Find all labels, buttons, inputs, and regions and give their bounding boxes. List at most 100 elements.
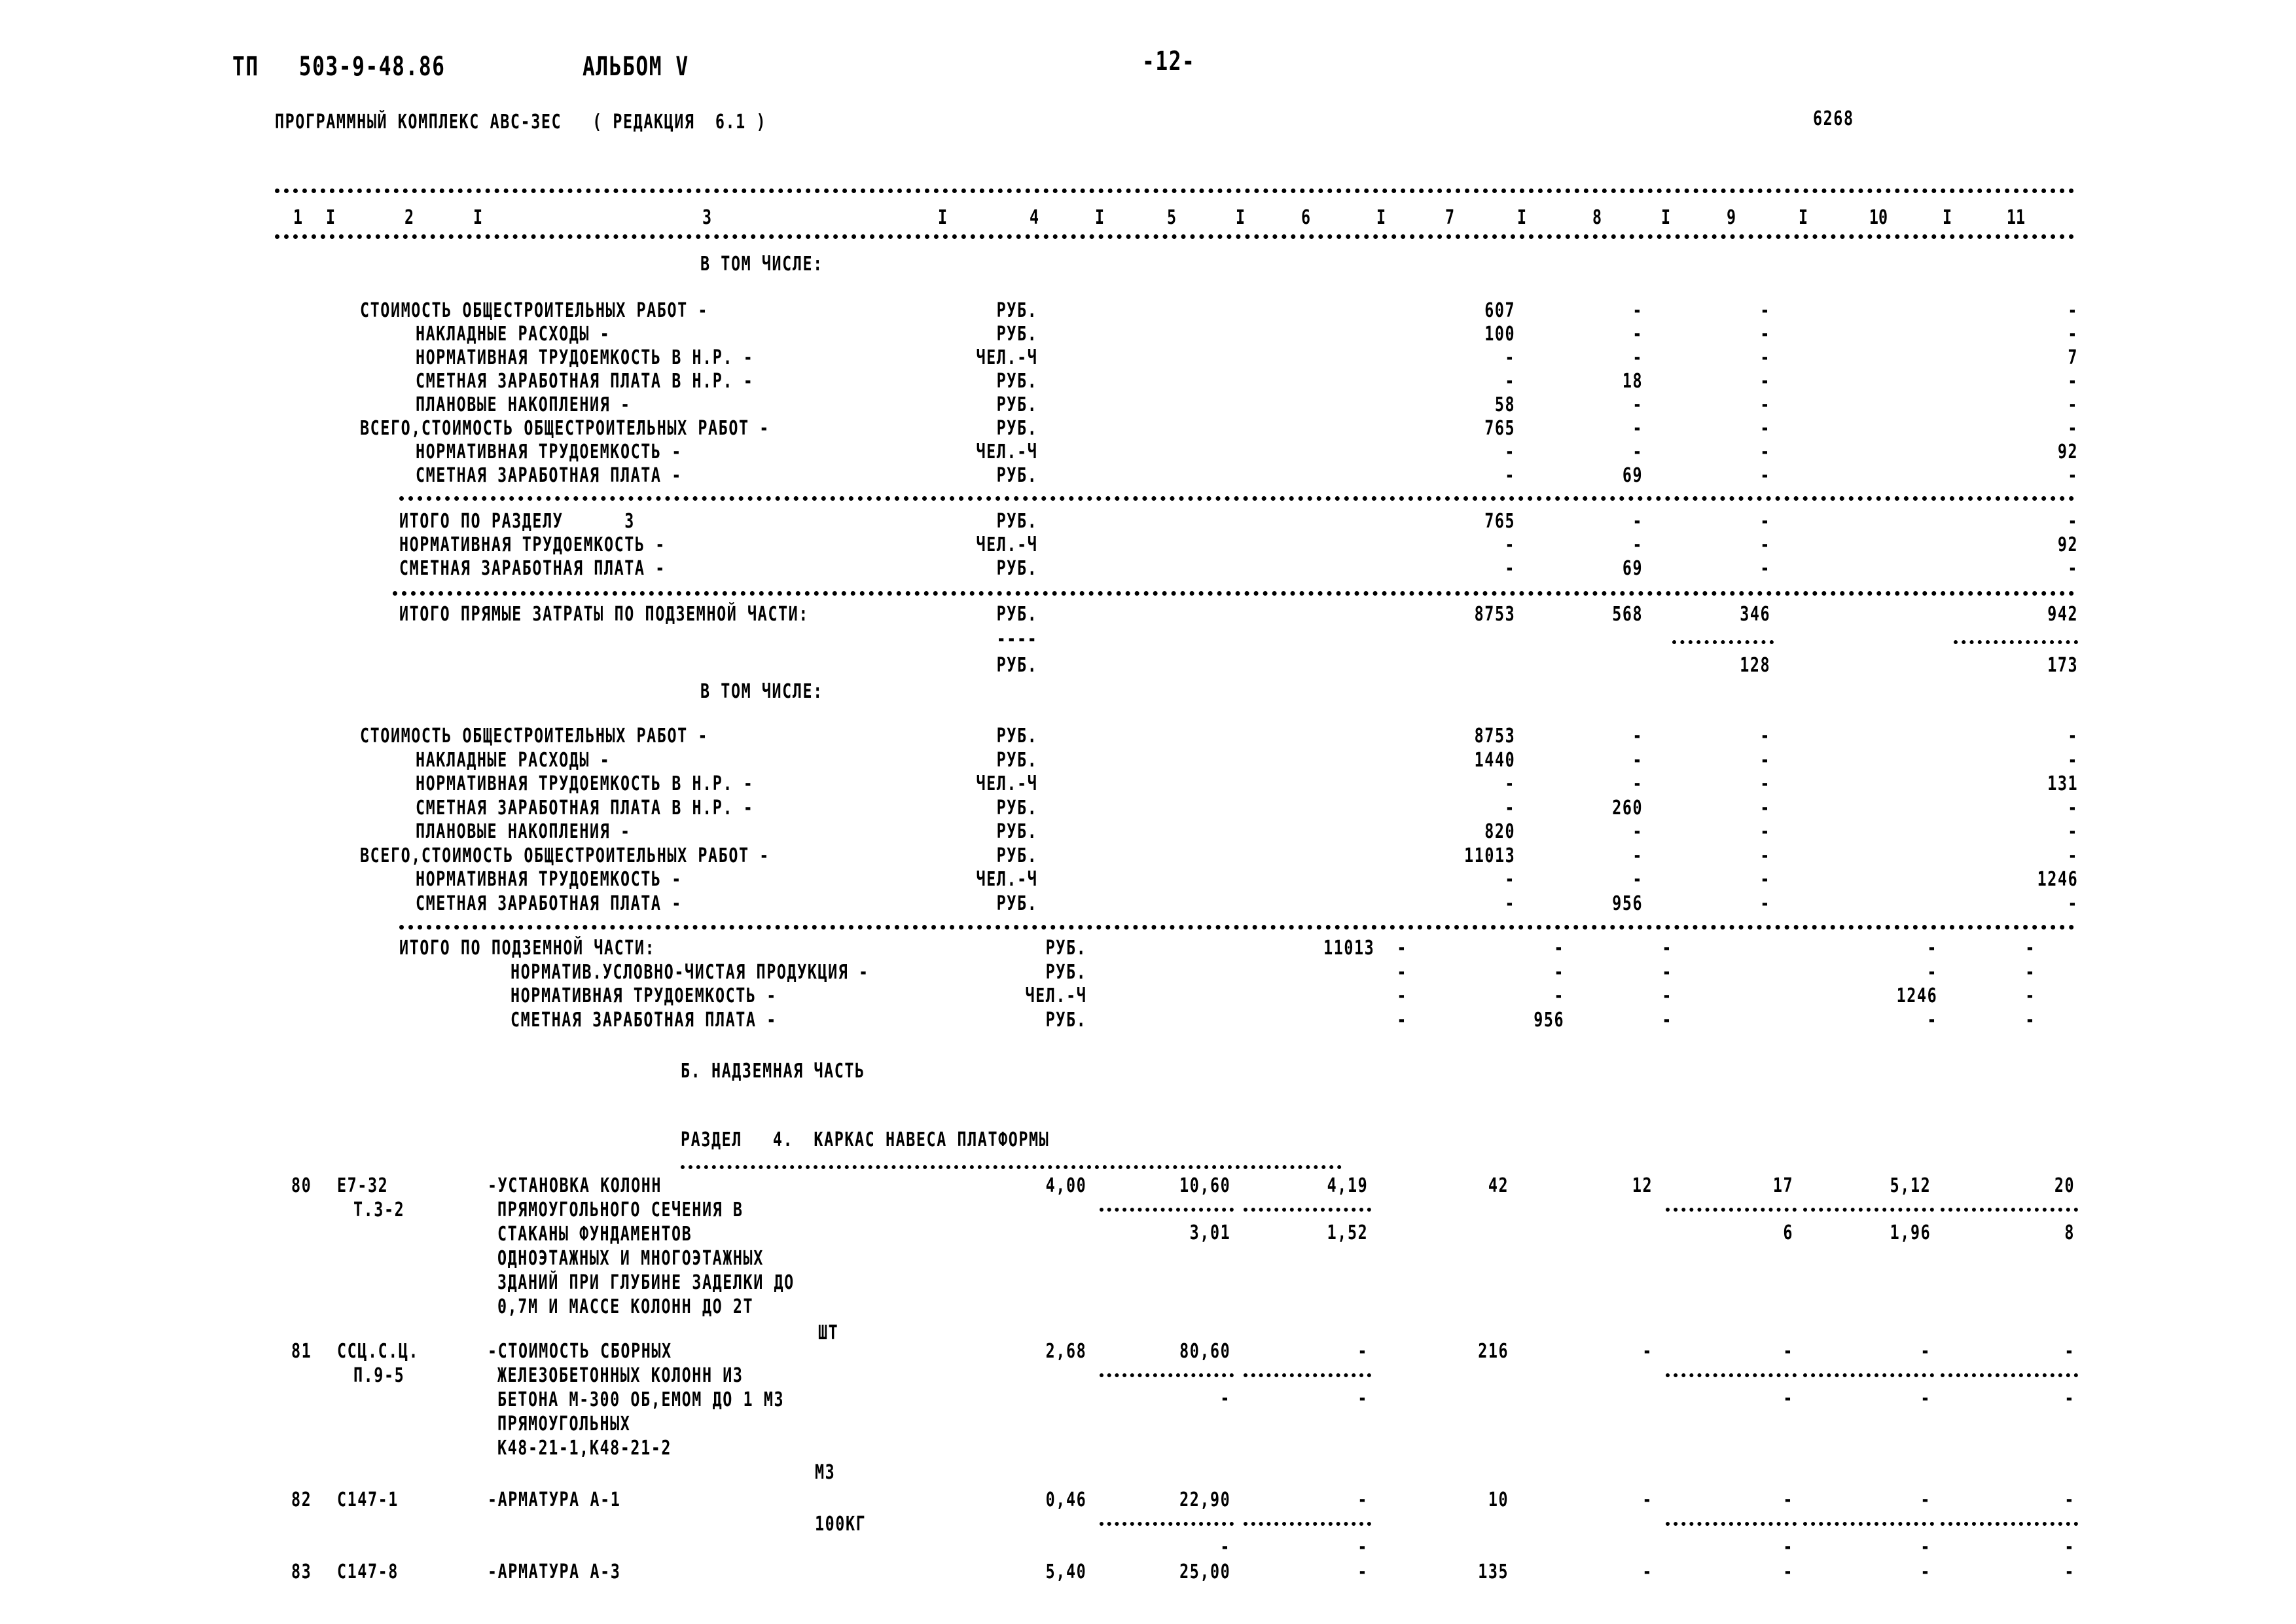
row-label: СМЕТНАЯ ЗАРАБОТНАЯ ПЛАТА -	[399, 557, 666, 580]
item-col7: 42	[1488, 1174, 1509, 1197]
price-sub-rule	[1100, 1373, 1234, 1377]
col10-sub-rule	[1803, 1522, 1934, 1526]
row-unit: ЧЕЛ.-Ч	[976, 346, 1037, 369]
item-description-line: -СТОИМОСТЬ СБОРНЫХ	[488, 1340, 672, 1363]
direct-costs-rule	[393, 591, 2075, 596]
cell-col7: -	[1505, 370, 1515, 393]
item-col10: -	[1920, 1340, 1931, 1363]
column-number: 11	[2006, 206, 2026, 229]
item-description-line: ПРЯМОУГОЛЬНЫХ	[497, 1413, 631, 1435]
column-separator: I	[1660, 206, 1671, 229]
row-unit: РУБ.	[996, 417, 1037, 440]
item-description-line: -УСТАНОВКА КОЛОНН	[488, 1174, 662, 1197]
cell-col-c: -	[1554, 960, 1564, 984]
cell-col7: 765	[1484, 417, 1515, 440]
column-number: 9	[1726, 206, 1736, 229]
column-separator: I	[1798, 206, 1808, 229]
cell-col9: -	[1760, 725, 1770, 748]
cell-col-e: 1246	[1896, 984, 1937, 1007]
item-unit: ШТ	[818, 1322, 839, 1344]
col9-sub-rule	[1666, 1208, 1797, 1212]
row-unit: РУБ.	[996, 748, 1037, 772]
item-description-line: ОДНОЭТАЖНЫХ И МНОГОЭТАЖНЫХ	[497, 1247, 764, 1270]
column-number: 2	[404, 206, 414, 229]
table-top-rule	[275, 189, 2075, 193]
item-unit-price: 25,00	[1179, 1561, 1230, 1583]
item-col11: -	[2064, 1340, 2075, 1363]
item-col10: -	[1920, 1561, 1931, 1583]
column-separator: I	[1942, 206, 1952, 229]
cell-col-c: -	[1554, 937, 1564, 960]
item-col9-sub: -	[1783, 1536, 1793, 1559]
col11-sub-rule	[1954, 640, 2078, 644]
item-unit: 100КГ	[815, 1513, 867, 1536]
col6-sub-rule	[1244, 1522, 1371, 1526]
cell-col8: -	[1632, 441, 1643, 463]
column-number: 5	[1166, 206, 1177, 229]
section4-title: РАЗДЕЛ 4. КАРКАС НАВЕСА ПЛАТФОРМЫ	[681, 1128, 1050, 1151]
cell-col9: -	[1760, 748, 1770, 772]
cell-col11: -	[2068, 510, 2078, 533]
column-number: 6	[1300, 206, 1311, 229]
item-code-ref: П.9-5	[353, 1364, 405, 1387]
part-b-heading: Б. НАДЗЕМНАЯ ЧАСТЬ	[681, 1060, 865, 1083]
item-col11: -	[2064, 1561, 2075, 1583]
cell-col11: -	[2068, 417, 2078, 440]
item-description-line: ЗДАНИЙ ПРИ ГЛУБИНЕ ЗАДЕЛКИ ДО	[497, 1271, 795, 1294]
cell-col11: -	[2068, 820, 2078, 843]
column-separator: I	[1376, 206, 1386, 229]
cell-col8: -	[1632, 725, 1643, 748]
item-unit-price: 10,60	[1179, 1174, 1230, 1197]
row-label: СТОИМОСТЬ ОБЩЕСТРОИТЕЛЬНЫХ РАБОТ -	[360, 299, 709, 322]
cell-col-f: -	[2025, 984, 2036, 1007]
row-label: СМЕТНАЯ ЗАРАБОТНАЯ ПЛАТА В Н.Р. -	[416, 796, 754, 820]
row-unit: РУБ.	[996, 393, 1037, 416]
cell-col8: -	[1632, 510, 1643, 533]
row-label: НОРМАТИВНАЯ ТРУДОЕМКОСТЬ В Н.Р. -	[416, 346, 754, 369]
cell-col-d: -	[1662, 984, 1672, 1007]
row-unit: РУБ.	[996, 725, 1037, 748]
item-unit-price-sub: -	[1220, 1387, 1230, 1410]
col11-sub-rule	[1941, 1373, 2078, 1377]
item-description-line: ЖЕЛЕЗОБЕТОННЫХ КОЛОНН ИЗ	[497, 1364, 744, 1387]
cell-col9: -	[1760, 510, 1770, 533]
cell-col8: 18	[1622, 370, 1643, 393]
row-label: НОРМАТИВНАЯ ТРУДОЕМКОСТЬ -	[416, 868, 682, 891]
cell-col9: 346	[1740, 603, 1770, 626]
item-number: 82	[291, 1489, 312, 1511]
program-title: ПРОГРАММНЫЙ КОМПЛЕКС АВС-3ЕС ( РЕДАКЦИЯ …	[275, 111, 767, 134]
album-label: АЛЬБОМ V	[583, 52, 689, 82]
cell-col7: 8753	[1474, 603, 1515, 626]
cell-col-c: -	[1554, 984, 1564, 1007]
item-col6: 4,19	[1327, 1174, 1368, 1197]
cell-col11: 7	[2068, 346, 2078, 369]
row-label: ПЛАНОВЫЕ НАКОПЛЕНИЯ -	[416, 393, 631, 416]
column-separator: I	[1516, 206, 1527, 229]
cell-col11-sub: 173	[2047, 654, 2078, 677]
cell-col11: 1246	[2037, 868, 2078, 891]
item-col8: -	[1642, 1489, 1653, 1511]
cell-col8: -	[1632, 323, 1643, 346]
table-header-bottom-rule	[275, 234, 2075, 239]
cell-col8: -	[1632, 772, 1643, 795]
row-unit: ЧЕЛ.-Ч	[976, 772, 1037, 795]
cell-col-f: -	[2025, 960, 2036, 984]
column-separator: I	[1094, 206, 1105, 229]
cell-col11: -	[2068, 557, 2078, 580]
cell-col8: -	[1632, 346, 1643, 369]
item-unit-price: 80,60	[1179, 1340, 1230, 1363]
price-sub-rule	[1100, 1522, 1234, 1526]
item-col10-sub: -	[1920, 1387, 1931, 1410]
cell-col9: -	[1760, 844, 1770, 867]
underground-rule	[399, 925, 2075, 929]
cell-col7: 820	[1484, 820, 1515, 843]
column-number: 4	[1029, 206, 1039, 229]
cell-col7: 100	[1484, 323, 1515, 346]
cell-col7: -	[1505, 772, 1515, 795]
item-col8: -	[1642, 1561, 1653, 1583]
cell-col7: 11013	[1463, 844, 1515, 867]
cell-col7: -	[1505, 557, 1515, 580]
row-label: НАКЛАДНЫЕ РАСХОДЫ -	[416, 748, 611, 772]
cell-col11: -	[2068, 370, 2078, 393]
cell-col9: -	[1760, 299, 1770, 322]
